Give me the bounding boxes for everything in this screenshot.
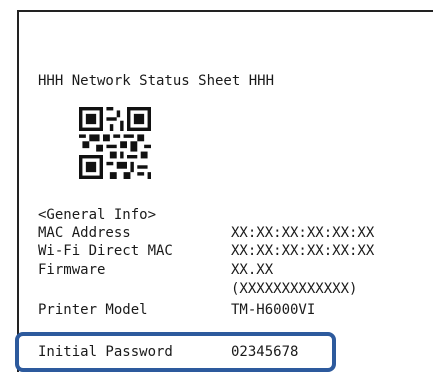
sheet-title: HHH Network Status Sheet HHH [38,73,275,89]
mac-address-value: XX:XX:XX:XX:XX:XX [231,225,375,241]
initial-password-highlight [15,332,336,372]
general-info-header: <General Info> [38,207,157,223]
firmware-build-value: (XXXXXXXXXXXXX) [231,281,358,297]
printer-model-label: Printer Model [38,302,148,318]
mac-address-label: MAC Address [38,225,131,241]
qr-code-icon [79,107,151,179]
firmware-value: XX.XX [231,262,274,278]
printer-model-value: TM-H6000VI [231,302,316,318]
wifi-direct-mac-label: Wi-Fi Direct MAC [38,243,173,259]
firmware-label: Firmware [38,262,106,278]
wifi-direct-mac-value: XX:XX:XX:XX:XX:XX [231,243,375,259]
